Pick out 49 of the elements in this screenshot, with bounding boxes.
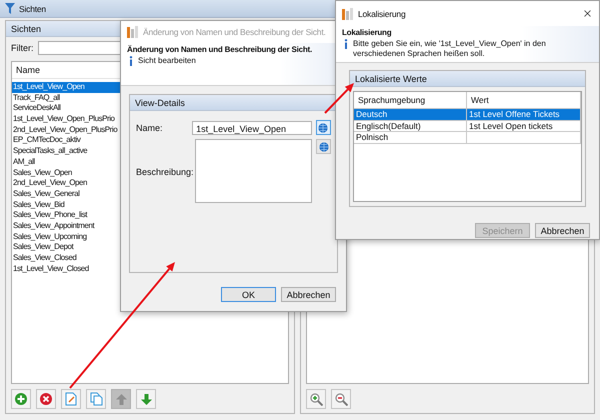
name-label: Name:: [136, 122, 164, 132]
copy-icon: [90, 392, 102, 406]
localize-button[interactable]: [316, 120, 331, 135]
zoom-out-icon: [334, 392, 348, 406]
column-header[interactable]: Wert: [467, 92, 581, 108]
annotation-arrow: [324, 83, 354, 114]
app-icon: [342, 8, 353, 20]
table-cell: 1st Level Offene Tickets: [467, 109, 581, 120]
name-field[interactable]: 1st_Level_View_Open: [192, 120, 312, 134]
filter-label: Filter:: [11, 43, 34, 53]
column-header[interactable]: Sprachumgebung: [354, 92, 467, 108]
add-icon: [15, 393, 27, 405]
table-cell: Englisch(Default): [354, 120, 467, 131]
group-title: View-Details: [130, 95, 337, 111]
dialog-heading: Änderung von Namen und Beschreibung der Sicht.: [127, 45, 314, 54]
toolbar-button[interactable]: [136, 389, 156, 409]
description-field[interactable]: [195, 139, 312, 203]
delete-icon: [40, 393, 52, 405]
globe-icon: [318, 142, 329, 152]
close-icon[interactable]: [582, 8, 593, 19]
info-icon: [129, 56, 133, 66]
down-arrow-icon: [140, 394, 152, 404]
toolbar-button[interactable]: [86, 389, 106, 409]
dialog-title: Lokalisierung: [358, 8, 406, 18]
app-icon: [127, 26, 138, 38]
toolbar-button[interactable]: [61, 389, 81, 409]
dialog-button[interactable]: OK: [221, 287, 276, 302]
window-title: Sichten: [19, 4, 46, 14]
dialog-button[interactable]: Abbrechen: [535, 223, 590, 238]
dialog-button[interactable]: Abbrechen: [281, 287, 336, 302]
toolbar-button[interactable]: [11, 389, 31, 409]
description-label: Beschreibung:: [136, 167, 191, 177]
dialog-heading: Lokalisierung: [342, 28, 392, 37]
edit-icon: [65, 392, 77, 406]
zoom-in-icon: [310, 392, 322, 406]
info-text: Bitte geben Sie ein, wie '1st_Level_View_Open' in den verschiedenen Sprachen heißen soll.: [353, 39, 547, 59]
toolbar-button[interactable]: [331, 389, 351, 409]
table-cell: Deutsch: [354, 109, 467, 120]
localize-button[interactable]: [316, 139, 331, 154]
table-cell: 1st Level Open tickets: [467, 120, 581, 131]
toolbar-button[interactable]: [306, 389, 326, 409]
info-text: Sicht bearbeiten: [138, 56, 196, 66]
group-title: Lokalisierte Werte: [350, 71, 585, 87]
filter-icon: [5, 3, 15, 14]
table-cell: Polnisch: [354, 132, 467, 142]
info-icon: [344, 39, 348, 49]
globe-icon: [318, 122, 328, 132]
toolbar-button[interactable]: [36, 389, 56, 409]
up-arrow-icon: [116, 394, 126, 404]
